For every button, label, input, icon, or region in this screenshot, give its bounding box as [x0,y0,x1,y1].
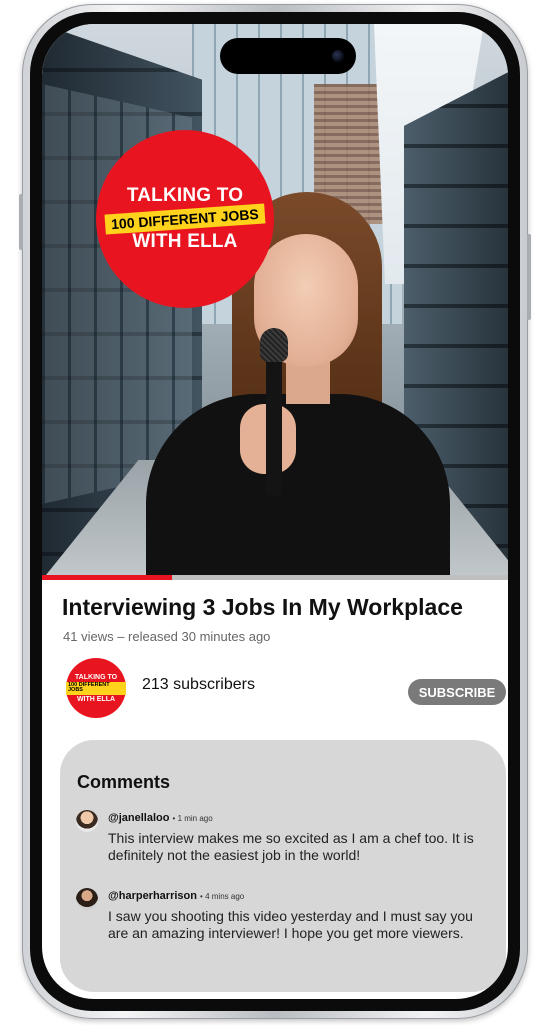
dynamic-island [220,38,356,74]
avatar-text-line1: TALKING TO [74,673,118,681]
avatar-text-line3: WITH ELLA [76,695,116,703]
logo-text-line1: TALKING TO [126,185,244,206]
comment-time: 1 min ago [177,814,213,823]
comment-text: I saw you shooting this video yesterday … [108,908,473,941]
commenter-avatar[interactable] [76,810,98,832]
volume-button [19,194,23,250]
video-title: Interviewing 3 Jobs In My Workplace [62,594,463,620]
video-progress-fill [42,575,173,580]
video-meta: 41 views – released 30 minutes ago [63,629,271,644]
subscriber-count: 213 subscribers [142,676,255,693]
comment-header: @harperharrison • 4 mins ago [108,890,244,902]
comment-username[interactable]: @janellaloo [108,812,169,824]
power-button [527,234,531,320]
video-progress-bar[interactable] [42,575,508,580]
show-logo: TALKING TO 100 DIFFERENT JOBS WITH ELLA [96,130,274,308]
microphone-icon [266,346,282,496]
microphone-head [260,328,288,362]
comment-time: 4 mins ago [205,892,245,901]
commenter-avatar[interactable] [76,888,98,910]
person-shirt [146,394,450,580]
camera-icon [332,50,344,62]
logo-text-line3: WITH ELLA [132,231,238,252]
phone-frame: TALKING TO 100 DIFFERENT JOBS WITH ELLA … [19,4,531,1019]
comment-text: This interview makes me so excited as I … [108,830,474,863]
channel-avatar[interactable]: TALKING TO 100 DIFFERENT JOBS WITH ELLA [66,658,126,718]
comment-username[interactable]: @harperharrison [108,890,197,902]
phone-bezel: TALKING TO 100 DIFFERENT JOBS WITH ELLA … [30,12,520,1011]
video-player[interactable]: TALKING TO 100 DIFFERENT JOBS WITH ELLA [42,24,508,580]
comments-title: Comments [77,772,171,792]
comment-header: @janellaloo • 1 min ago [108,812,213,824]
comments-panel: Comments @janellaloo • 1 min ago This in… [60,740,506,992]
subscribe-button[interactable]: SUBSCRIBE [408,679,506,705]
phone-screen: TALKING TO 100 DIFFERENT JOBS WITH ELLA … [42,24,508,999]
avatar-text-line2: 100 DIFFERENT JOBS [66,681,126,695]
logo-text-line2: 100 DIFFERENT JOBS [104,203,266,235]
